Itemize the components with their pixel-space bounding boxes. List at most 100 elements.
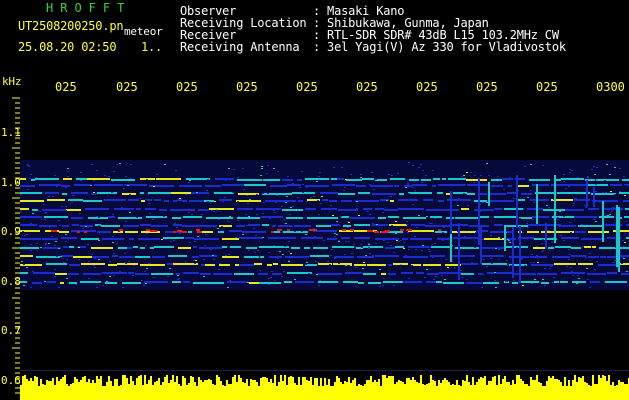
noise-floor-bar xyxy=(616,385,618,400)
noise-floor-bar xyxy=(86,382,88,400)
signal-peak xyxy=(77,231,80,233)
noise-speck xyxy=(288,261,290,262)
noise-speck xyxy=(54,245,56,246)
noise-floor-bar xyxy=(508,382,510,400)
noise-floor-bar xyxy=(330,386,332,400)
noise-floor-bar xyxy=(146,384,148,400)
noise-speck xyxy=(499,255,501,256)
signal-line xyxy=(316,225,331,227)
noise-speck xyxy=(420,164,422,165)
noise-speck xyxy=(44,219,46,220)
noise-speck xyxy=(319,172,321,173)
noise-speck xyxy=(93,180,95,181)
noise-speck xyxy=(257,250,259,251)
noise-speck xyxy=(466,279,468,280)
signal-line xyxy=(425,225,450,227)
noise-floor-bar xyxy=(138,376,140,400)
noise-speck xyxy=(94,267,96,268)
signal-line xyxy=(491,185,503,187)
noise-speck xyxy=(273,245,275,246)
noise-floor-bar xyxy=(236,382,238,400)
noise-speck xyxy=(532,219,534,220)
signal-line xyxy=(358,192,370,194)
noise-speck xyxy=(290,207,292,208)
noise-floor-bar xyxy=(160,385,162,400)
noise-speck xyxy=(277,258,279,259)
noise-floor-bar xyxy=(624,384,626,400)
noise-floor-bar xyxy=(126,378,128,400)
signal-line xyxy=(114,208,134,210)
noise-speck xyxy=(553,277,555,278)
signal-line xyxy=(91,247,113,249)
noise-floor-bar xyxy=(402,382,404,400)
noise-floor-bar xyxy=(406,378,408,400)
signal-line xyxy=(76,178,87,180)
noise-speck xyxy=(113,275,115,276)
noise-speck xyxy=(375,243,377,244)
noise-speck xyxy=(519,218,521,219)
noise-speck xyxy=(222,201,224,202)
noise-floor-bar xyxy=(154,382,156,400)
noise-speck xyxy=(136,217,138,218)
signal-line xyxy=(168,255,187,257)
noise-speck xyxy=(614,167,616,168)
noise-speck xyxy=(545,193,547,194)
noise-speck xyxy=(348,241,350,242)
noise-speck xyxy=(606,164,608,165)
signal-line xyxy=(172,217,181,219)
signal-line xyxy=(61,185,70,187)
noise-speck xyxy=(508,240,510,241)
signal-line xyxy=(20,247,39,249)
noise-speck xyxy=(55,241,57,242)
signal-line xyxy=(129,238,134,240)
noise-speck xyxy=(340,216,342,217)
noise-speck xyxy=(403,248,405,249)
signal-line xyxy=(85,208,109,210)
signal-line xyxy=(291,247,300,249)
noise-speck xyxy=(624,242,626,243)
signal-line xyxy=(384,209,398,211)
signal-line xyxy=(607,272,617,274)
noise-speck xyxy=(368,243,370,244)
signal-line xyxy=(189,200,204,202)
noise-speck xyxy=(93,265,95,266)
noise-floor-bar xyxy=(172,375,174,400)
noise-speck xyxy=(306,201,308,202)
signal-line xyxy=(199,255,203,257)
noise-speck xyxy=(201,214,203,215)
noise-speck xyxy=(434,243,436,244)
signal-line xyxy=(305,185,329,187)
signal-line xyxy=(370,185,393,187)
noise-speck xyxy=(20,211,22,212)
noise-speck xyxy=(147,194,149,195)
noise-speck xyxy=(550,266,552,267)
noise-speck xyxy=(187,226,189,227)
noise-floor-bar xyxy=(190,376,192,400)
signal-line xyxy=(533,247,547,249)
noise-speck xyxy=(393,252,395,253)
noise-speck xyxy=(591,169,593,170)
signal-line xyxy=(273,263,278,265)
signal-line xyxy=(248,224,260,226)
signal-line xyxy=(443,282,464,284)
noise-floor-bar xyxy=(498,375,500,400)
noise-speck xyxy=(321,196,323,197)
noise-speck xyxy=(552,282,554,283)
signal-line xyxy=(104,184,123,186)
noise-floor-bar xyxy=(46,380,48,400)
noise-floor-bar xyxy=(446,380,448,400)
noise-speck xyxy=(422,245,424,246)
noise-speck xyxy=(283,271,285,272)
noise-floor-bar xyxy=(220,381,222,400)
signal-line xyxy=(206,217,220,219)
signal-line xyxy=(20,178,26,180)
meteor-echo xyxy=(488,182,490,206)
noise-speck xyxy=(568,186,570,187)
noise-floor-bar xyxy=(396,382,398,400)
noise-speck xyxy=(356,208,358,209)
noise-speck xyxy=(500,208,502,209)
noise-speck xyxy=(327,261,329,262)
signal-line xyxy=(399,193,404,195)
signal-line xyxy=(529,179,550,181)
noise-speck xyxy=(44,213,46,214)
